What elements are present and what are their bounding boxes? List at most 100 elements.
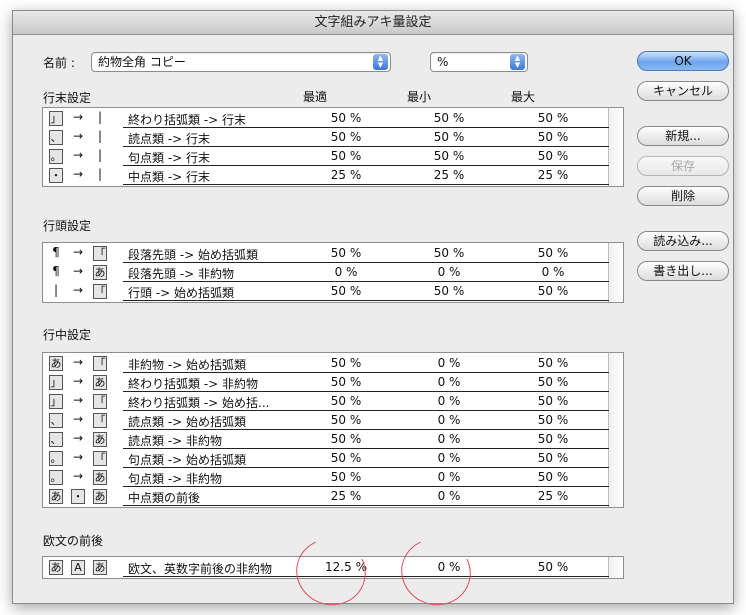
optimal-value[interactable]: 50 % bbox=[316, 413, 376, 427]
char-class-icon: 「 bbox=[93, 246, 107, 261]
max-value[interactable]: 50 % bbox=[523, 246, 583, 260]
table-row[interactable]: あ → 「 非約物 -> 始め括弧類 50 % 0 % 50 % bbox=[43, 354, 609, 373]
max-value[interactable]: 50 % bbox=[523, 149, 583, 163]
optimal-value[interactable]: 50 % bbox=[316, 284, 376, 298]
scrollbar[interactable] bbox=[608, 243, 623, 302]
char-class-icon: 」 bbox=[49, 111, 63, 126]
name-select[interactable]: 約物全角 コピー ▲ ▼ bbox=[91, 52, 391, 72]
row-description: 終わり括弧類 -> 非約物 bbox=[128, 377, 259, 391]
load-button[interactable]: 読み込み... bbox=[637, 231, 729, 251]
max-value[interactable]: 50 % bbox=[523, 356, 583, 370]
min-value[interactable]: 0 % bbox=[419, 451, 479, 465]
max-value[interactable]: 50 % bbox=[523, 111, 583, 125]
min-value[interactable]: 0 % bbox=[419, 394, 479, 408]
table-row[interactable]: 。 → あ 句点類 -> 非約物 50 % 0 % 50 % bbox=[43, 468, 609, 487]
table-row[interactable]: 。 → | 句点類 -> 行末 50 % 50 % 50 % bbox=[43, 147, 609, 166]
min-value[interactable]: 50 % bbox=[419, 149, 479, 163]
char-class-icon: あ bbox=[93, 265, 107, 280]
optimal-value[interactable]: 50 % bbox=[316, 394, 376, 408]
min-value[interactable]: 50 % bbox=[419, 130, 479, 144]
min-value[interactable]: 0 % bbox=[419, 265, 479, 279]
optimal-value[interactable]: 50 % bbox=[316, 432, 376, 446]
mid-line-table: あ → 「非約物 -> 始め括弧類 50 % 0 % 50 %」 → あ終わり括弧類 -> 非… bbox=[42, 352, 624, 508]
row-description: 欧文、英数字前後の非約物 bbox=[128, 562, 273, 576]
section-title-line-start: 行頭設定 bbox=[43, 219, 92, 233]
char-class-icon: あ bbox=[93, 470, 107, 485]
optimal-value[interactable]: 50 % bbox=[316, 356, 376, 370]
min-value[interactable]: 50 % bbox=[419, 111, 479, 125]
table-row[interactable]: ¶ → 「 段落先頭 -> 始め括弧類 50 % 50 % 50 % bbox=[43, 244, 609, 263]
unit-select-value: % bbox=[437, 55, 449, 69]
min-value[interactable]: 50 % bbox=[419, 246, 479, 260]
section-title-roman: 欧文の前後 bbox=[43, 534, 104, 548]
row-description: 非約物 -> 始め括弧類 bbox=[128, 358, 247, 372]
optimal-value[interactable]: 50 % bbox=[316, 375, 376, 389]
new-button[interactable]: 新規... bbox=[637, 126, 729, 146]
row-description: 終わり括弧類 -> 行末 bbox=[128, 113, 247, 127]
table-row[interactable]: 」 → あ 終わり括弧類 -> 非約物 50 % 0 % 50 % bbox=[43, 373, 609, 392]
optimal-value[interactable]: 50 % bbox=[316, 149, 376, 163]
ok-button[interactable]: OK bbox=[637, 51, 729, 71]
max-value[interactable]: 50 % bbox=[523, 375, 583, 389]
updown-arrow-icon: ▲ ▼ bbox=[373, 54, 388, 70]
char-class-icon: 、 bbox=[49, 413, 63, 428]
min-value[interactable]: 0 % bbox=[419, 432, 479, 446]
line-end-table: 」 → | 終わり括弧類 -> 行末 50 % 50 % 50 % 、 → | 読点類 -> 行末 5… bbox=[42, 107, 624, 187]
char-class-icon: ¶ bbox=[52, 264, 60, 278]
min-value[interactable]: 0 % bbox=[419, 470, 479, 484]
char-class-icon: | bbox=[97, 167, 103, 181]
table-row[interactable]: 、 → あ 読点類 -> 非約物 50 % 0 % 50 % bbox=[43, 430, 609, 449]
char-class-icon: あ bbox=[93, 560, 107, 575]
max-value[interactable]: 50 % bbox=[523, 560, 583, 574]
min-value[interactable]: 50 % bbox=[419, 284, 479, 298]
arrow-icon: → bbox=[72, 167, 84, 181]
optimal-value[interactable]: 0 % bbox=[316, 265, 376, 279]
min-value[interactable]: 0 % bbox=[419, 375, 479, 389]
max-value[interactable]: 50 % bbox=[523, 394, 583, 408]
char-class-icon: | bbox=[97, 148, 103, 162]
optimal-value[interactable]: 25 % bbox=[316, 168, 376, 182]
min-value[interactable]: 0 % bbox=[419, 413, 479, 427]
char-class-icon: あ bbox=[49, 489, 63, 504]
export-button[interactable]: 書き出し... bbox=[637, 261, 729, 281]
optimal-value[interactable]: 50 % bbox=[316, 246, 376, 260]
table-row[interactable]: 。 → 「 句点類 -> 始め括弧類 50 % 0 % 50 % bbox=[43, 449, 609, 468]
min-value[interactable]: 0 % bbox=[419, 489, 479, 503]
max-value[interactable]: 50 % bbox=[523, 130, 583, 144]
name-select-value: 約物全角 コピー bbox=[98, 55, 186, 69]
row-description: 句点類 -> 行末 bbox=[128, 151, 211, 165]
save-button[interactable]: 保存 bbox=[637, 156, 729, 176]
max-value[interactable]: 50 % bbox=[523, 470, 583, 484]
line-start-table: ¶ → 「 段落先頭 -> 始め括弧類 50 % 50 % 50 % ¶ → あ 段落先頭 -> 非… bbox=[42, 242, 624, 303]
max-value[interactable]: 50 % bbox=[523, 451, 583, 465]
table-row[interactable]: 、 → | 読点類 -> 行末 50 % 50 % 50 % bbox=[43, 128, 609, 147]
max-value[interactable]: 50 % bbox=[523, 284, 583, 298]
scrollbar[interactable] bbox=[608, 108, 623, 186]
max-value[interactable]: 25 % bbox=[523, 168, 583, 182]
table-row[interactable]: 」 → | 終わり括弧類 -> 行末 50 % 50 % 50 % bbox=[43, 109, 609, 128]
table-row[interactable]: 、 → 「 読点類 -> 始め括弧類 50 % 0 % 50 % bbox=[43, 411, 609, 430]
optimal-value[interactable]: 25 % bbox=[316, 489, 376, 503]
optimal-value[interactable]: 50 % bbox=[316, 470, 376, 484]
unit-select[interactable]: % ▲ ▼ bbox=[430, 52, 528, 72]
min-value[interactable]: 25 % bbox=[419, 168, 479, 182]
optimal-value[interactable]: 50 % bbox=[316, 111, 376, 125]
table-row[interactable]: | → 「 行頭 -> 始め括弧類 50 % 50 % 50 % bbox=[43, 282, 609, 301]
table-row[interactable]: あ・あ 中点類の前後 25 % 0 % 25 % bbox=[43, 487, 609, 506]
max-value[interactable]: 50 % bbox=[523, 413, 583, 427]
table-row[interactable]: ・ → | 中点類 -> 行末 25 % 25 % 25 % bbox=[43, 166, 609, 185]
table-row[interactable]: 」 → 「 終わり括弧類 -> 始め括... 50 % 0 % 50 % bbox=[43, 392, 609, 411]
optimal-value[interactable]: 50 % bbox=[316, 451, 376, 465]
scrollbar[interactable] bbox=[608, 557, 623, 578]
optimal-value[interactable]: 50 % bbox=[316, 130, 376, 144]
delete-button[interactable]: 削除 bbox=[637, 186, 729, 206]
dialog-window: 文字組みアキ量設定 名前 : 約物全角 コピー ▲ ▼ % ▲ ▼ OK キャンセル… bbox=[12, 10, 734, 615]
scrollbar[interactable] bbox=[608, 353, 623, 507]
min-value[interactable]: 0 % bbox=[419, 356, 479, 370]
row-description: 段落先頭 -> 始め括弧類 bbox=[128, 248, 259, 262]
table-row[interactable]: ¶ → あ 段落先頭 -> 非約物 0 % 0 % 0 % bbox=[43, 263, 609, 282]
cancel-button[interactable]: キャンセル bbox=[637, 81, 729, 101]
max-value[interactable]: 0 % bbox=[523, 265, 583, 279]
max-value[interactable]: 25 % bbox=[523, 489, 583, 503]
max-value[interactable]: 50 % bbox=[523, 432, 583, 446]
